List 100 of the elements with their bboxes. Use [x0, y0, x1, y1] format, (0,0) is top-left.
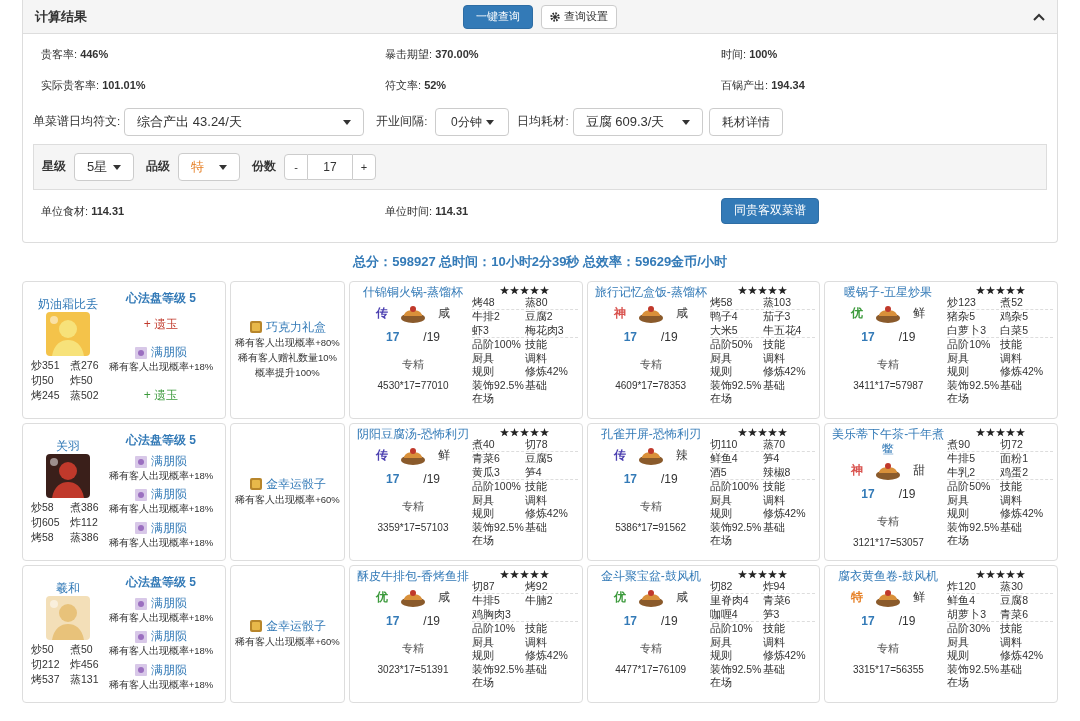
- chef-name[interactable]: 奶油霜比丢: [38, 295, 98, 312]
- bonus-item: 基础: [1000, 520, 1024, 534]
- bonus-item: 规则: [709, 649, 733, 663]
- star-icon: [520, 569, 530, 579]
- recipe-name[interactable]: 腐衣黄鱼卷-鼓风机: [838, 568, 939, 584]
- interval-label: 开业间隔:: [376, 114, 428, 130]
- bonus-item: 调料: [1000, 493, 1024, 507]
- bonus-item: 调料: [1000, 351, 1024, 365]
- dish-count: 17: [385, 328, 400, 346]
- amber-icon: [135, 489, 147, 501]
- count-field[interactable]: 17: [308, 154, 352, 180]
- chef-stat: 烤537: [31, 671, 61, 687]
- chef-stat: 烤58: [31, 529, 55, 545]
- chef-name[interactable]: 羲和: [56, 579, 80, 596]
- score-formula: 3359*17=57103: [377, 521, 449, 535]
- rune-select[interactable]: 综合产出 43.24/天: [124, 108, 365, 136]
- star-icon: [748, 427, 757, 437]
- recipe-name[interactable]: 什锦铜火锅-蒸馏杯: [363, 284, 463, 300]
- consume-label: 日均耗材:: [517, 114, 569, 130]
- panel-title: 计算结果: [35, 7, 88, 26]
- taste-label: 甜: [913, 461, 926, 479]
- bonus-item: 装饰92.5%: [472, 378, 525, 392]
- equip-name[interactable]: 巧克力礼盒: [265, 319, 326, 335]
- skill-value: 炒123: [947, 295, 977, 309]
- ingredient: 笋4: [524, 465, 543, 479]
- chef-stat: 炸112: [70, 514, 99, 530]
- caret-icon: [485, 119, 494, 125]
- star-icon: [975, 285, 985, 295]
- skill-value: 蒸80: [524, 295, 549, 309]
- recipe-name[interactable]: 孔雀开屏-恐怖利刃: [600, 426, 701, 442]
- amber-slot[interactable]: + 遗玉: [143, 316, 179, 333]
- unit-text: 单位食材: 114.31: [41, 203, 126, 219]
- grade-select[interactable]: 特: [178, 153, 240, 181]
- star-icon: [540, 569, 550, 579]
- recipe-name[interactable]: 美乐蒂下午茶-千年煮鳖: [829, 426, 948, 457]
- recipe-name[interactable]: 金斗聚宝盆-鼓风机: [600, 568, 701, 584]
- score-formula: 4530*17=77010: [377, 379, 449, 393]
- bonus-item: 调料: [762, 635, 786, 649]
- recipe-name[interactable]: 阴阳豆腐汤-恐怖利刃: [357, 426, 469, 442]
- interval-dropdown[interactable]: 0分钟: [435, 108, 510, 136]
- skill-value: 煮52: [1000, 295, 1024, 309]
- skill-value: 煮90: [947, 437, 972, 451]
- bonus-item: 品阶10%: [709, 622, 754, 636]
- star-icon: [500, 285, 510, 295]
- equip-name[interactable]: 金幸运骰子: [265, 618, 326, 634]
- taste-label: 鲜: [438, 446, 450, 464]
- bonus-item: 厨具: [472, 493, 495, 507]
- equip-name[interactable]: 金幸运骰子: [265, 476, 326, 492]
- taste-label: 咸: [438, 304, 450, 322]
- chef-name[interactable]: 关羽: [56, 437, 80, 454]
- detail-button[interactable]: 耗材详情: [708, 108, 783, 136]
- amber-name: 满朋陨: [151, 596, 187, 612]
- ingredient: 鲜鱼4: [709, 452, 739, 466]
- consume-select[interactable]: 豆腐 609.3/天: [572, 108, 703, 136]
- stat-text: 实际贵客率: 101.01%: [41, 77, 147, 93]
- amber-effect: 稀有客人出现概率+18%: [108, 677, 214, 691]
- dish-count: 17: [861, 612, 875, 630]
- ingredient: 白萝卜3: [947, 323, 988, 337]
- bonus-item: 规则: [472, 649, 495, 663]
- bonus-item: 技能: [524, 338, 548, 352]
- bonus-item: 技能: [762, 480, 786, 494]
- query-button[interactable]: 一键查询: [463, 4, 533, 29]
- bonus-item: 在场: [709, 676, 733, 690]
- mastery-label: 专精: [877, 356, 900, 372]
- star-icon: [995, 569, 1005, 579]
- collapse-icon[interactable]: [1033, 12, 1045, 21]
- dish-max: /19: [423, 328, 440, 346]
- star-icon: [520, 427, 530, 437]
- decrement-button[interactable]: -: [284, 154, 308, 180]
- star-icon: [975, 569, 985, 579]
- panel-level: 心法盘等级 5: [126, 573, 196, 590]
- increment-button[interactable]: +: [352, 154, 376, 180]
- bonus-item: 基础: [762, 378, 786, 392]
- chef-stat: 蒸131: [70, 671, 100, 687]
- star-label: 星级: [42, 159, 66, 175]
- amber-slot[interactable]: + 遗玉: [143, 386, 179, 403]
- bonus-item: 厨具: [472, 351, 495, 365]
- recipe-name[interactable]: 旅行记忆盒饭-蒸馏杯: [594, 284, 707, 300]
- chef-stat: 蒸386: [70, 529, 100, 545]
- star-icon: [530, 569, 540, 579]
- equip-icon: [249, 478, 262, 490]
- amber-effect: 稀有客人出现概率+18%: [108, 360, 214, 374]
- star-icon: [758, 569, 767, 579]
- skill-value: 切87: [472, 579, 496, 593]
- bonus-item: 在场: [947, 392, 971, 406]
- dual-recipe-button[interactable]: 同贵客双菜谱: [721, 198, 819, 224]
- recipe-name[interactable]: 暖锅子-五星炒果: [844, 284, 933, 300]
- bonus-item: 基础: [1000, 378, 1024, 392]
- ingredient: 猪杂5: [947, 310, 977, 324]
- amber-name: 满朋陨: [151, 345, 187, 361]
- dish-count: 17: [861, 485, 875, 503]
- stat-text: 贵客率: 446%: [41, 47, 110, 62]
- recipe-name[interactable]: 酥皮牛排包-香烤鱼排: [357, 568, 469, 584]
- bonus-item: 品阶50%: [709, 338, 754, 352]
- dish-count: 17: [861, 328, 875, 346]
- dish-max: /19: [898, 485, 916, 503]
- star-icon: [520, 285, 530, 295]
- settings-button[interactable]: 查询设置: [541, 4, 617, 29]
- star-select[interactable]: 5星: [74, 153, 134, 181]
- bonus-item: 基础: [524, 378, 548, 392]
